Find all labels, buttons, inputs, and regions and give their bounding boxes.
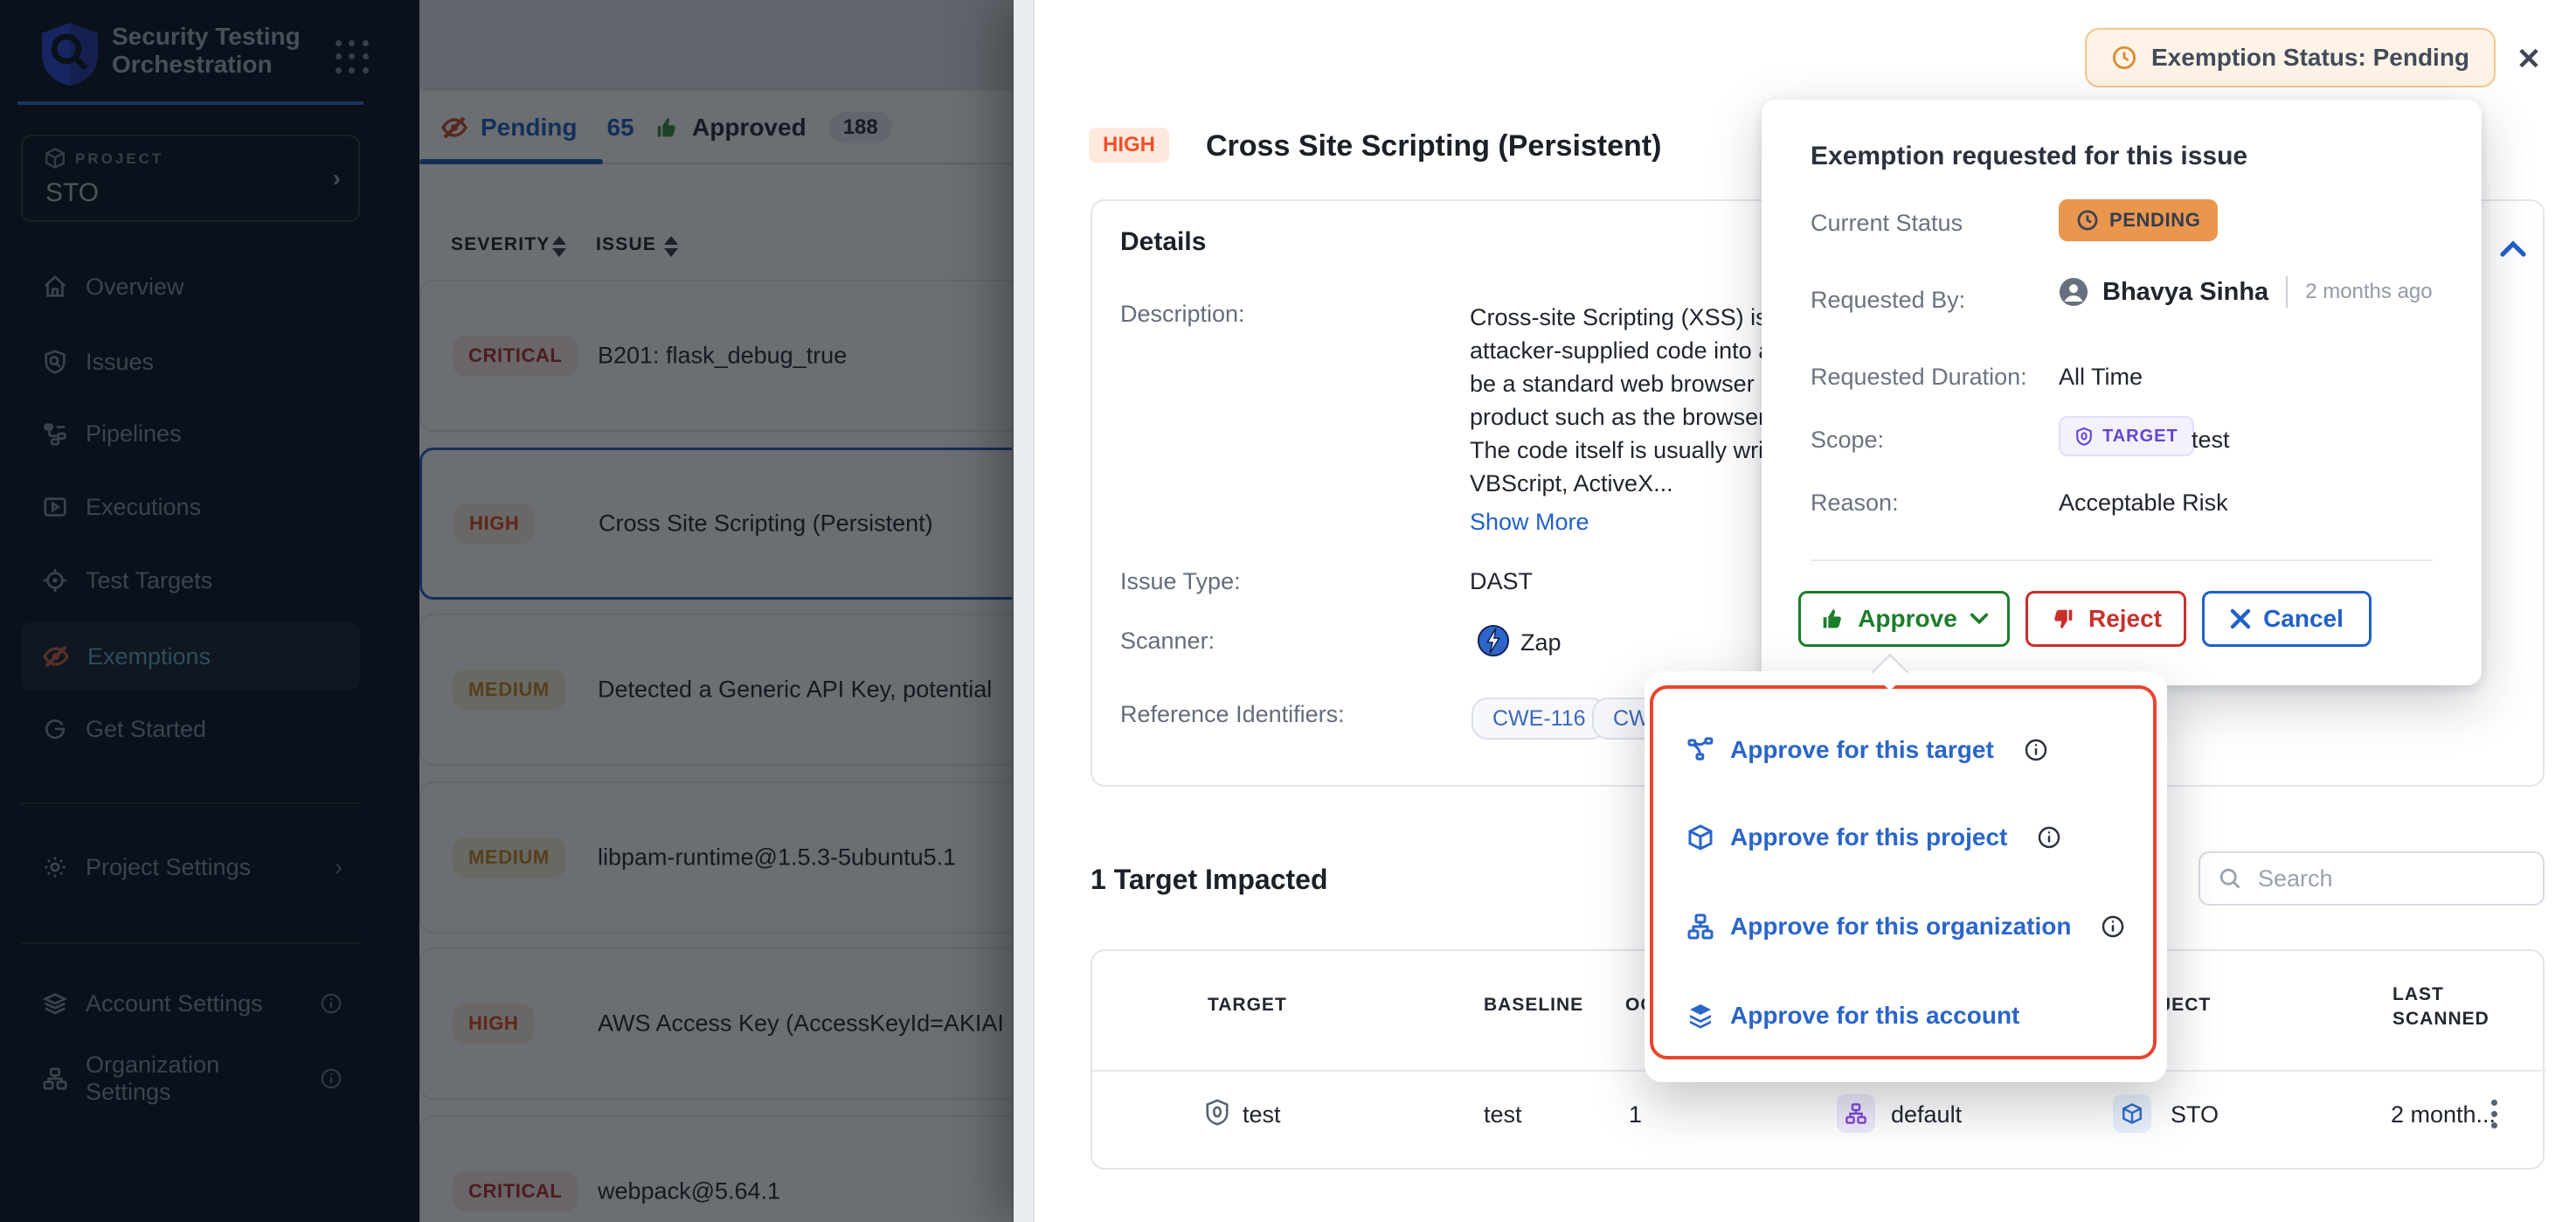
org-name-cell: default <box>1891 1101 1962 1128</box>
menu-item-approve-organization[interactable]: Approve for this organization <box>1653 907 2153 946</box>
reference-chip: CWE-116 <box>1472 698 1607 739</box>
duration-label: Requested Duration: <box>1811 364 2027 391</box>
menu-item-approve-project[interactable]: Approve for this project <box>1653 818 2153 857</box>
menu-item-approve-account[interactable]: Approve for this account <box>1653 996 2153 1035</box>
column-header-target: TARGET <box>1208 995 1287 1016</box>
exemption-status-chip: Exemption Status: Pending <box>2085 28 2496 87</box>
details-heading: Details <box>1120 227 1206 257</box>
org-icon <box>1837 1094 1875 1133</box>
separator <box>2286 276 2288 308</box>
reason-label: Reason: <box>1811 489 1899 517</box>
search-icon <box>2218 866 2242 891</box>
thumbs-up-icon <box>1819 606 1845 632</box>
requested-time: 2 months ago <box>2305 280 2432 304</box>
row-menu-kebab-icon[interactable] <box>2485 1094 2503 1134</box>
close-icon[interactable]: ✕ <box>2508 38 2550 80</box>
clock-icon <box>2111 45 2137 71</box>
pending-status-badge: PENDING <box>2059 199 2218 241</box>
popover-title: Exemption requested for this issue <box>1811 142 2247 171</box>
scanner-label: Scanner: <box>1120 628 1215 655</box>
target-name-cell[interactable]: test <box>1243 1101 1281 1128</box>
modal-left-gutter <box>1014 0 1035 1222</box>
reason-value: Acceptable Risk <box>2059 489 2228 517</box>
chevron-down-icon <box>1970 612 1989 626</box>
target-shield-icon <box>1204 1098 1230 1132</box>
reference-identifiers-label: Reference Identifiers: <box>1120 701 1345 728</box>
baseline-cell: test <box>1484 1101 1522 1128</box>
target-scope-icon <box>2074 427 2094 446</box>
show-more-link[interactable]: Show More <box>1470 509 1589 536</box>
x-icon <box>2230 608 2251 629</box>
cancel-button[interactable]: Cancel <box>2202 591 2372 647</box>
layers-icon <box>1686 1002 1714 1030</box>
requester-name: Bhavya Sinha <box>2102 278 2268 307</box>
info-icon[interactable] <box>2037 825 2061 850</box>
requested-by-label: Requested By: <box>1811 287 1965 314</box>
issue-detail-modal: HIGH Cross Site Scripting (Persistent) E… <box>1014 0 2576 1222</box>
detail-issue-title: Cross Site Scripting (Persistent) <box>1206 129 1661 163</box>
approve-scope-dropdown: Approve for this target Approve for this… <box>1645 671 2167 1082</box>
scope-target-chip: TARGET <box>2059 416 2194 456</box>
chevron-up-icon[interactable] <box>2499 240 2527 259</box>
popover-divider <box>1811 559 2433 561</box>
approve-button[interactable]: Approve <box>1798 591 2010 647</box>
issue-type-label: Issue Type: <box>1120 568 1241 595</box>
clock-icon <box>2076 209 2099 232</box>
project-name-cell: STO <box>2171 1101 2219 1128</box>
reject-button[interactable]: Reject <box>2025 591 2186 647</box>
exemption-status-text: Exemption Status: Pending <box>2151 44 2469 72</box>
current-status-label: Current Status <box>1811 210 1963 237</box>
scope-label: Scope: <box>1811 427 1884 454</box>
duration-value: All Time <box>2059 364 2143 391</box>
requested-by-value: Bhavya Sinha 2 months ago <box>2059 276 2433 308</box>
thumbs-down-icon <box>2050 606 2076 632</box>
zap-scanner-icon <box>1477 624 1510 657</box>
project-cube-icon <box>1686 823 1714 851</box>
menu-item-approve-target[interactable]: Approve for this target <box>1653 731 2153 769</box>
project-icon <box>2113 1094 2151 1133</box>
approve-scope-menu: Approve for this target Approve for this… <box>1650 685 2157 1059</box>
last-scanned-cell: 2 month... <box>2391 1101 2496 1128</box>
detail-severity-badge: HIGH <box>1089 128 1169 163</box>
exemption-popover: Exemption requested for this issue Curre… <box>1762 100 2482 685</box>
info-icon[interactable] <box>2101 914 2125 939</box>
search-input[interactable] <box>2258 865 2520 892</box>
column-header-baseline: BASELINE <box>1484 995 1583 1016</box>
search-box[interactable] <box>2199 851 2545 906</box>
issue-type-value: DAST <box>1470 568 1533 595</box>
occurrences-cell: 1 <box>1629 1101 1642 1128</box>
org-icon <box>1686 913 1714 941</box>
column-header-last-scanned: LAST SCANNED <box>2392 982 2497 1031</box>
scanner-value: Zap <box>1520 629 1562 656</box>
targets-impacted-heading: 1 Target Impacted <box>1091 864 1327 896</box>
modal-backdrop <box>0 0 1035 1222</box>
description-label: Description: <box>1120 301 1245 328</box>
info-icon[interactable] <box>2024 738 2048 762</box>
scope-value: test <box>2192 427 2230 454</box>
target-scope-icon <box>1686 736 1714 764</box>
screen: Security Testing Orchestration PROJECT S… <box>0 0 2576 1222</box>
avatar-icon <box>2059 277 2088 307</box>
